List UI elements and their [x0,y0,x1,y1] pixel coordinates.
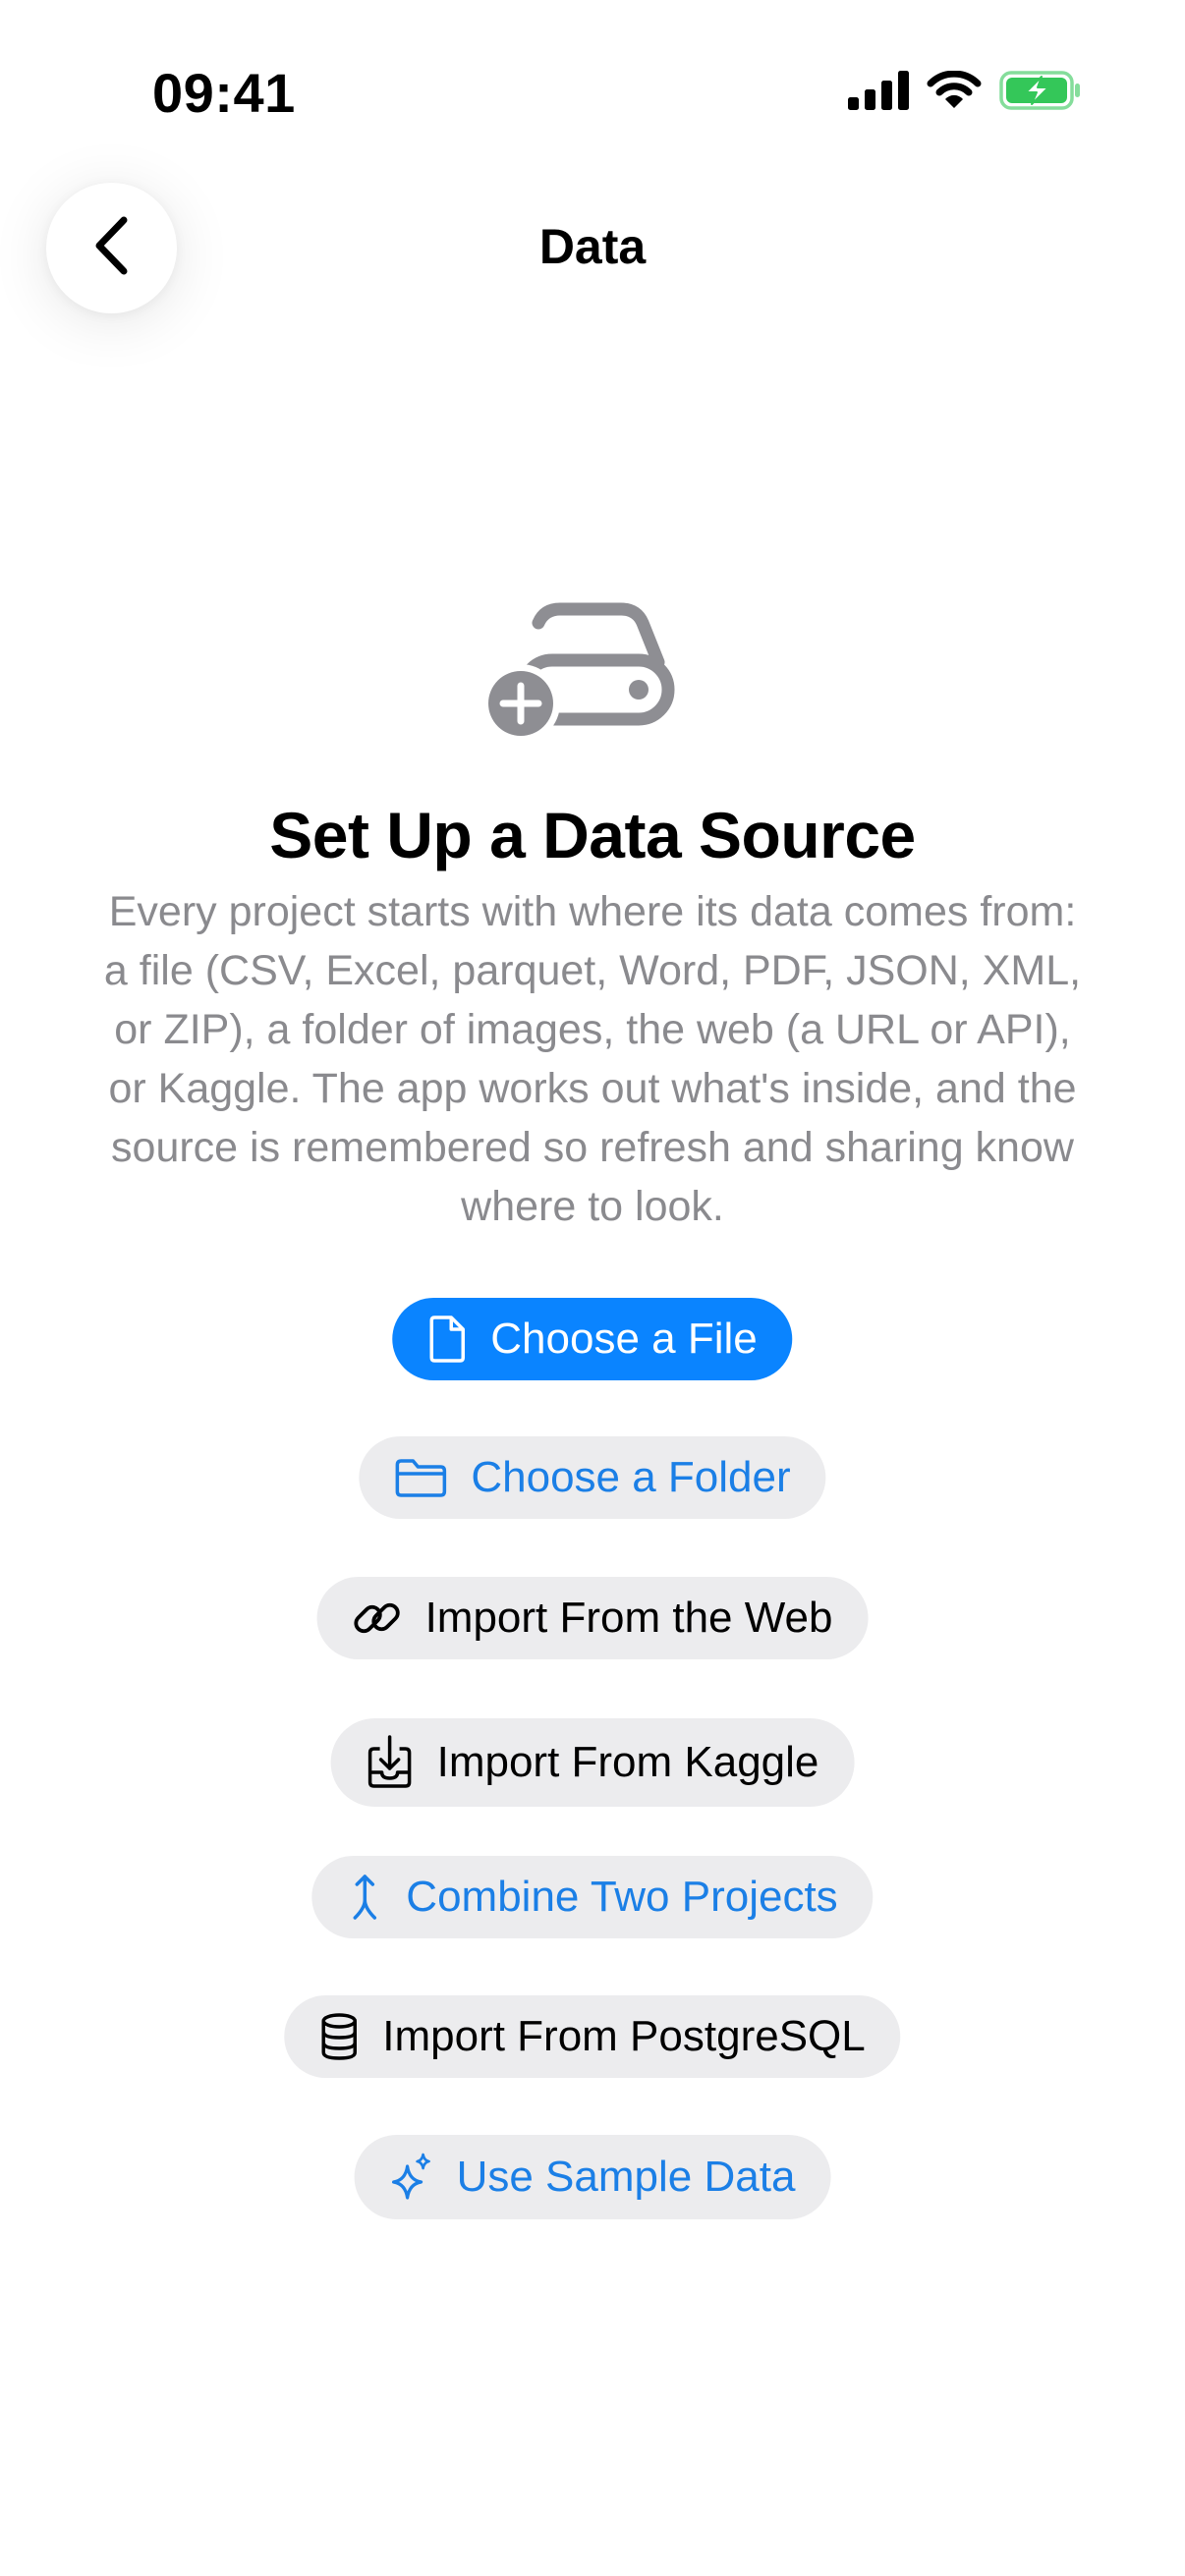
merge-arrow-icon [347,1873,382,1922]
choose-file-label: Choose a File [490,1315,758,1363]
import-kaggle-button[interactable]: Import From Kaggle [330,1718,855,1807]
import-web-label: Import From the Web [424,1594,833,1642]
link-icon [353,1594,402,1643]
choose-file-button[interactable]: Choose a File [392,1298,793,1380]
status-bar: 09:41 [0,0,1185,187]
wifi-icon [927,70,982,115]
choose-folder-label: Choose a Folder [471,1453,791,1501]
doc-icon [427,1315,467,1364]
choose-folder-button[interactable]: Choose a Folder [359,1436,826,1519]
battery-charging-icon [999,71,1082,115]
combine-projects-button[interactable]: Combine Two Projects [311,1856,874,1938]
import-postgresql-button[interactable]: Import From PostgreSQL [284,1995,901,2078]
combine-projects-label: Combine Two Projects [406,1873,838,1921]
status-time: 09:41 [152,62,296,124]
description: Every project starts with where its data… [103,888,1082,1230]
use-sample-data-label: Use Sample Data [456,2153,796,2201]
nav-title: Data [538,219,647,274]
folder-icon [394,1457,447,1498]
import-kaggle-label: Import From Kaggle [436,1738,819,1786]
headline: Set Up a Data Source [269,799,916,871]
cellular-signal-icon [848,71,909,115]
cylinder-database-icon [319,2012,359,2061]
external-drive-badge-plus-icon [481,601,678,743]
tray-download-icon [367,1735,414,1790]
use-sample-data-button[interactable]: Use Sample Data [354,2135,831,2219]
status-icons [848,70,1082,115]
import-postgresql-label: Import From PostgreSQL [382,2012,866,2060]
sparkles-icon [390,2153,433,2202]
import-web-button[interactable]: Import From the Web [316,1577,869,1659]
